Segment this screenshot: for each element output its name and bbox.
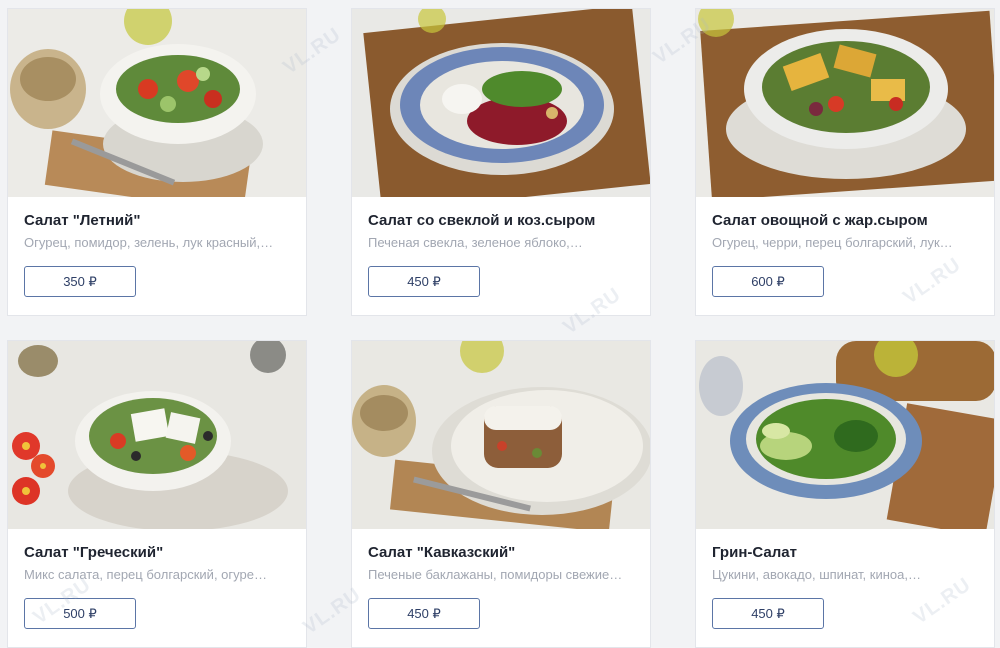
fried-cheese-salad-image — [696, 9, 994, 197]
menu-card[interactable]: Грин-Салат Цукини, авокадо, шпинат, кино… — [695, 340, 995, 648]
item-description: Печеные баклажаны, помидоры свежие… — [368, 567, 623, 582]
caucasian-salad-image — [352, 341, 650, 529]
item-title[interactable]: Салат "Кавказский" — [368, 544, 515, 561]
menu-grid: Салат "Летний" Огурец, помидор, зелень, … — [7, 8, 995, 648]
green-salad-image — [696, 341, 994, 529]
beet-salad-image — [352, 9, 650, 197]
price-button[interactable]: 450 ₽ — [368, 598, 480, 629]
price-button[interactable]: 350 ₽ — [24, 266, 136, 297]
price-button[interactable]: 450 ₽ — [712, 598, 824, 629]
greek-salad-image — [8, 341, 306, 529]
item-description: Печеная свекла, зеленое яблоко,… — [368, 235, 583, 250]
menu-card[interactable]: Салат овощной с жар.сыром Огурец, черри,… — [695, 8, 995, 316]
beet-goat-cheese-salad-photo[interactable] — [352, 9, 650, 197]
item-description: Огурец, черри, перец болгарский, лук… — [712, 235, 953, 250]
menu-card[interactable]: Салат "Летний" Огурец, помидор, зелень, … — [7, 8, 307, 316]
greek-salad-photo[interactable] — [8, 341, 306, 529]
item-description: Микс салата, перец болгарский, огуре… — [24, 567, 267, 582]
price-button[interactable]: 500 ₽ — [24, 598, 136, 629]
green-salad-photo[interactable] — [696, 341, 994, 529]
caucasian-salad-photo[interactable] — [352, 341, 650, 529]
item-title[interactable]: Салат овощной с жар.сыром — [712, 212, 928, 229]
item-title[interactable]: Салат со свеклой и коз.сыром — [368, 212, 595, 229]
item-title[interactable]: Салат "Греческий" — [24, 544, 163, 561]
price-button[interactable]: 450 ₽ — [368, 266, 480, 297]
menu-card[interactable]: Салат "Кавказский" Печеные баклажаны, по… — [351, 340, 651, 648]
price-button[interactable]: 600 ₽ — [712, 266, 824, 297]
summer-salad-image — [8, 9, 306, 197]
item-title[interactable]: Грин-Салат — [712, 544, 797, 561]
item-description: Огурец, помидор, зелень, лук красный,… — [24, 235, 274, 250]
menu-card[interactable]: Салат со свеклой и коз.сыром Печеная све… — [351, 8, 651, 316]
summer-salad-photo[interactable] — [8, 9, 306, 197]
menu-card[interactable]: Салат "Греческий" Микс салата, перец бол… — [7, 340, 307, 648]
item-description: Цукини, авокадо, шпинат, киноа,… — [712, 567, 921, 582]
vegetable-fried-cheese-salad-photo[interactable] — [696, 9, 994, 197]
item-title[interactable]: Салат "Летний" — [24, 212, 140, 229]
